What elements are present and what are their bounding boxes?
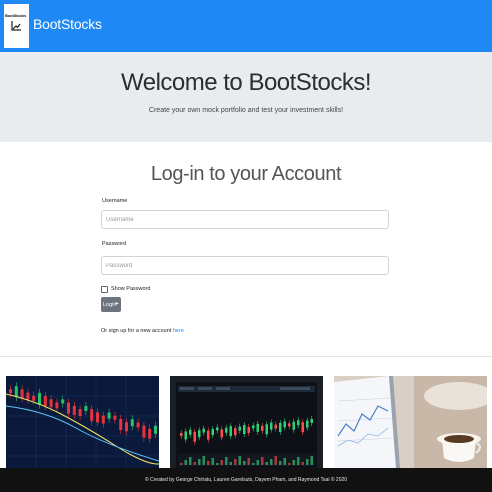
laptop-coffee-chart-image bbox=[334, 376, 487, 468]
username-input[interactable] bbox=[101, 210, 389, 229]
password-label: Password bbox=[102, 241, 127, 247]
login-title: Log-in to your Account bbox=[150, 163, 342, 185]
show-password-checkbox[interactable] bbox=[101, 286, 108, 293]
signup-text: Or sign up for a new account here bbox=[101, 328, 184, 334]
footer-credits: © Created by George Chiriatu, Lauren Gar… bbox=[144, 477, 348, 483]
username-label: Username bbox=[102, 198, 128, 204]
signup-prefix: Or sign up for a new account bbox=[101, 328, 172, 334]
trading-screen-image bbox=[170, 376, 323, 468]
welcome-banner: Welcome to BootStocks! Create your own m… bbox=[0, 52, 492, 142]
logo-text: BootStocks bbox=[5, 13, 27, 18]
signup-link[interactable]: here bbox=[173, 328, 184, 334]
logo[interactable]: BootStocks bbox=[4, 4, 29, 48]
brand-name[interactable]: BootStocks bbox=[33, 16, 102, 32]
welcome-title: Welcome to BootStocks! bbox=[121, 69, 372, 96]
login-button[interactable]: Login ➤ bbox=[101, 297, 121, 312]
password-input[interactable] bbox=[101, 256, 389, 275]
welcome-subtitle: Create your own mock portfolio and test … bbox=[148, 107, 344, 114]
footer: © Created by George Chiriatu, Lauren Gar… bbox=[0, 468, 492, 492]
stock-chart-red-candles-image bbox=[6, 376, 159, 468]
chart-trend-icon bbox=[11, 21, 21, 31]
show-password-label[interactable]: Show Password bbox=[111, 286, 150, 292]
divider bbox=[0, 356, 492, 357]
sign-in-icon: ➤ bbox=[114, 301, 119, 307]
navbar: BootStocks BootStocks bbox=[0, 0, 492, 52]
